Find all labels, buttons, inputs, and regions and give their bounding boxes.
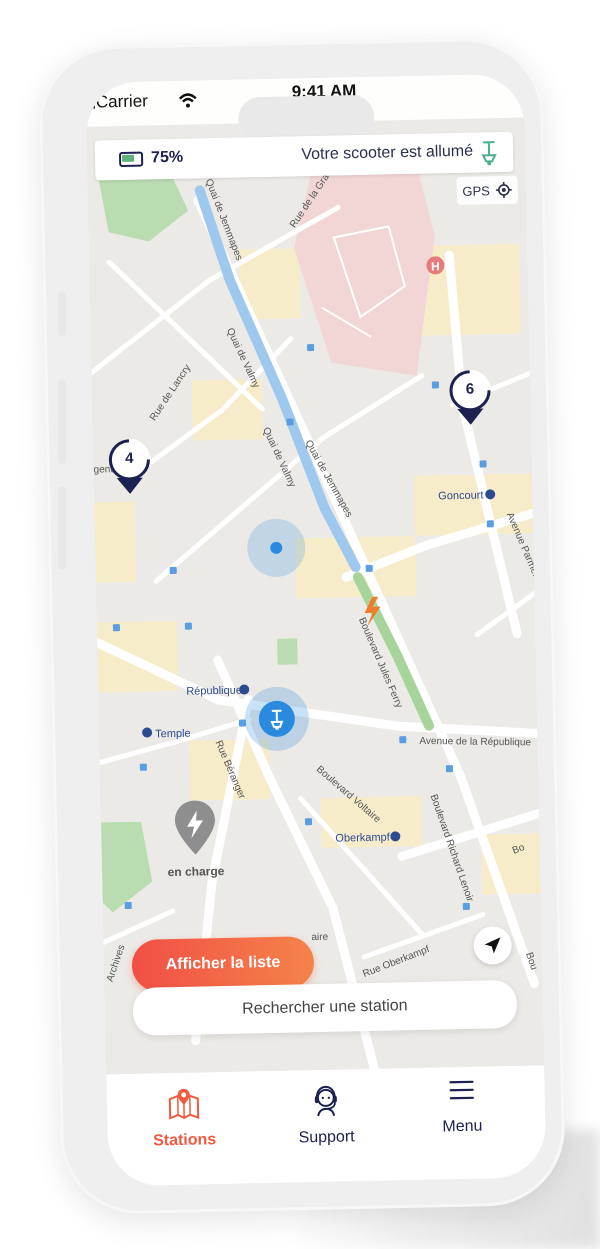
tab-label: Stations — [152, 1131, 217, 1150]
tab-stations[interactable]: Stations — [129, 1086, 240, 1151]
battery-icon — [118, 151, 144, 168]
scooter-status-text: Votre scooter est allumé — [301, 142, 474, 164]
navigation-arrow-icon — [484, 937, 501, 954]
volume-down-button — [58, 486, 66, 570]
tab-label: Menu — [442, 1117, 483, 1136]
street-label: Avenue de la République — [419, 736, 531, 749]
hamburger-menu-icon — [449, 1080, 474, 1100]
support-agent-icon — [314, 1085, 337, 1117]
metro-label-oberkampf: Oberkampf — [335, 831, 391, 844]
gps-label: GPS — [462, 182, 490, 199]
metro-label-goncourt: Goncourt — [438, 489, 483, 502]
show-list-button[interactable]: Afficher la liste — [131, 936, 315, 992]
charging-pin-icon — [174, 800, 215, 855]
volume-up-button — [58, 380, 66, 464]
tab-label: Support — [298, 1128, 355, 1147]
tab-support[interactable]: Support — [271, 1083, 382, 1148]
charging-station-marker[interactable]: en charge — [159, 798, 233, 889]
gps-button[interactable]: GPS — [456, 175, 519, 205]
map-pin-icon — [108, 438, 151, 494]
station-pin-count: 6 — [465, 380, 475, 398]
metro-label-republique: République — [186, 685, 242, 698]
map-pin-icon — [449, 369, 492, 425]
app-screen: Quai de Jemmapes Quai de Jemmapes Quai d… — [85, 73, 547, 1187]
street-label: aire — [311, 932, 328, 943]
map-icon — [168, 1088, 200, 1120]
map-view[interactable]: Quai de Jemmapes Quai de Jemmapes Quai d… — [85, 73, 545, 1083]
charging-label: en charge — [167, 863, 225, 880]
station-pin-count: 4 — [125, 449, 134, 467]
bottom-tab-bar: Stations Support Menu — [106, 1065, 547, 1187]
silent-switch — [58, 292, 66, 336]
scooter-icon — [270, 709, 284, 730]
signal-icon — [86, 97, 96, 109]
station-pin[interactable]: 6 — [448, 368, 493, 429]
wifi-icon — [178, 93, 197, 108]
station-pin[interactable]: 4 — [107, 437, 152, 498]
tab-menu[interactable]: Menu — [406, 1072, 517, 1137]
battery-percentage: 75% — [150, 148, 184, 167]
hospital-icon: H — [431, 259, 440, 273]
station-search-input[interactable] — [132, 979, 518, 1036]
crosshair-icon — [495, 181, 512, 198]
metro-label-temple: Temple — [155, 728, 191, 741]
carrier-name: Carrier — [95, 91, 149, 112]
scooter-icon — [481, 141, 497, 166]
